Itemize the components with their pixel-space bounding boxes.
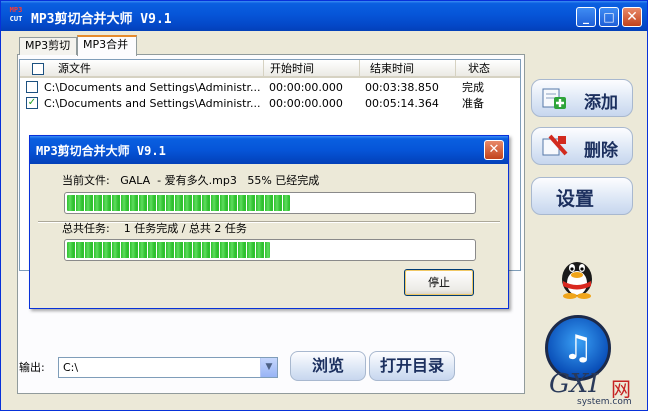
add-label: 添加: [584, 93, 618, 113]
row-start: 00:00:00.000: [269, 97, 343, 110]
column-status[interactable]: 状态: [456, 60, 520, 78]
logo-text-top: MP3: [9, 6, 23, 14]
window-title: MP3剪切合并大师 V9.1: [31, 12, 172, 27]
row-end: 00:05:14.364: [365, 97, 439, 110]
settings-button[interactable]: 设置: [531, 177, 633, 215]
settings-label: 设置: [556, 188, 595, 210]
chevron-down-icon[interactable]: ▼: [260, 358, 277, 377]
close-button[interactable]: ✕: [622, 7, 642, 27]
title-bar[interactable]: MP3 CUT MP3剪切合并大师 V9.1 _ □ ✕: [1, 1, 647, 31]
qq-penguin-icon[interactable]: [557, 251, 597, 299]
row-file: C:\Documents and Settings\Administr...: [44, 97, 261, 110]
column-start-time[interactable]: 开始时间: [264, 60, 360, 78]
column-end-time[interactable]: 结束时间: [360, 60, 456, 78]
progress-dialog: MP3剪切合并大师 V9.1 ✕ 当前文件: GALA - 爱有多久.mp3 5…: [29, 135, 509, 309]
tab-mp3-cut[interactable]: MP3剪切: [19, 37, 77, 55]
stop-button[interactable]: 停止: [404, 269, 474, 296]
total-progress-bar: [64, 239, 476, 261]
select-all-checkbox[interactable]: [32, 63, 44, 75]
watermark-text: GXI: [549, 369, 599, 399]
delete-file-icon: [542, 134, 568, 156]
watermark-url: system.com: [577, 397, 632, 407]
list-row[interactable]: ✓ C:\Documents and Settings\Administr...…: [20, 96, 520, 111]
row-status: 完成: [462, 81, 484, 94]
add-button[interactable]: 添加: [531, 79, 633, 117]
current-progress-bar: [64, 192, 476, 214]
list-row[interactable]: C:\Documents and Settings\Administr... 0…: [20, 80, 520, 95]
total-task-line: 总共任务: 1 任务完成 / 总共 2 任务: [62, 220, 247, 236]
total-task-text: 1 任务完成 / 总共 2 任务: [123, 222, 247, 235]
current-progress-fill: [67, 195, 291, 211]
open-directory-button[interactable]: 打开目录: [369, 351, 455, 381]
current-file-name: GALA - 爱有多久.mp3: [120, 174, 237, 187]
maximize-button[interactable]: □: [599, 7, 619, 27]
output-label: 输出:: [19, 361, 45, 374]
watermark-logo: GXI 网 system.com: [549, 369, 645, 409]
current-file-line: 当前文件: GALA - 爱有多久.mp3 55% 已经完成: [62, 172, 319, 188]
logo-text-bottom: CUT: [9, 15, 23, 23]
main-window: MP3 CUT MP3剪切合并大师 V9.1 _ □ ✕ MP3剪切 MP3合并…: [0, 0, 648, 411]
app-logo-icon: MP3 CUT: [5, 6, 27, 26]
row-end: 00:03:38.850: [365, 81, 439, 94]
total-progress-fill: [67, 242, 270, 258]
row-status: 准备: [462, 97, 484, 110]
row-file: C:\Documents and Settings\Administr...: [44, 81, 261, 94]
tab-mp3-merge[interactable]: MP3合并: [77, 35, 137, 56]
delete-button[interactable]: 删除: [531, 127, 633, 165]
row-start: 00:00:00.000: [269, 81, 343, 94]
dialog-title-bar[interactable]: MP3剪切合并大师 V9.1 ✕: [30, 136, 508, 164]
column-source-file[interactable]: 源文件: [20, 60, 264, 78]
minimize-button[interactable]: _: [576, 7, 596, 27]
current-file-label: 当前文件:: [62, 174, 110, 187]
list-header: 源文件 开始时间 结束时间 状态: [20, 60, 520, 78]
dialog-close-button[interactable]: ✕: [484, 140, 504, 160]
total-task-label: 总共任务:: [62, 222, 110, 235]
dialog-title: MP3剪切合并大师 V9.1: [36, 144, 166, 158]
output-value: C:\: [63, 361, 79, 374]
row-checkbox[interactable]: ✓: [26, 97, 38, 109]
add-file-icon: [542, 88, 566, 109]
current-progress-text: 55% 已经完成: [247, 174, 320, 187]
browse-button[interactable]: 浏览: [290, 351, 366, 381]
row-checkbox[interactable]: [26, 81, 38, 93]
output-directory-select[interactable]: C:\ ▼: [58, 357, 278, 378]
delete-label: 删除: [584, 141, 618, 161]
